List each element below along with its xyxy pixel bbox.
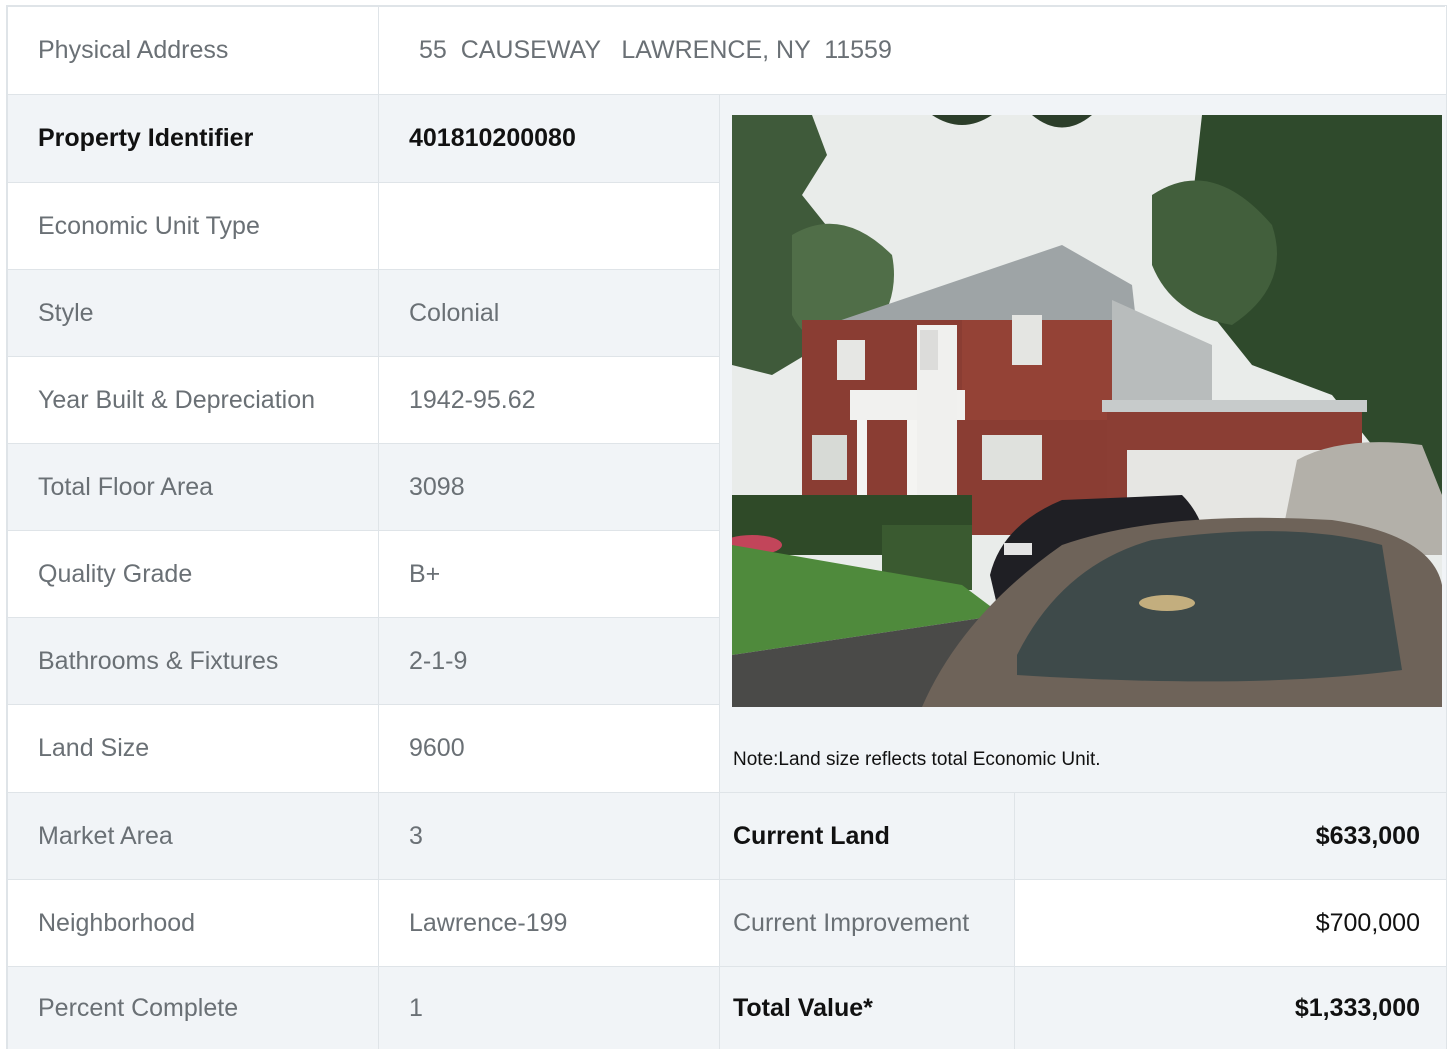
detail-label-year-built: Year Built & Depreciation [7, 356, 378, 443]
detail-label-style: Style [7, 269, 378, 356]
detail-label-neighborhood: Neighborhood [7, 879, 378, 966]
detail-label-bathrooms-fixtures: Bathrooms & Fixtures [7, 617, 378, 704]
detail-label-property-identifier: Property Identifier [7, 94, 378, 182]
address-label: Physical Address [7, 6, 378, 94]
detail-label-quality-grade: Quality Grade [7, 530, 378, 617]
detail-value-property-identifier: 401810200080 [378, 94, 719, 182]
detail-value-neighborhood: Lawrence-199 [378, 879, 719, 966]
valuation-value-current-improvement: $700,000 [1014, 879, 1446, 966]
valuation-label-current-improvement: Current Improvement [719, 879, 1014, 966]
detail-value-year-built: 1942-95.62 [378, 356, 719, 443]
property-photo[interactable] [732, 115, 1442, 707]
detail-value-market-area: 3 [378, 792, 719, 879]
land-size-note: Note:Land size reflects total Economic U… [733, 749, 1101, 770]
valuation-value-current-land: $633,000 [1014, 792, 1446, 879]
valuation-value-total-value: $1,333,000 [1014, 966, 1446, 1049]
detail-label-percent-complete: Percent Complete [7, 966, 378, 1049]
detail-value-quality-grade: B+ [378, 530, 719, 617]
address-value: 55 CAUSEWAY LAWRENCE, NY 11559 [378, 6, 1445, 94]
detail-value-economic-unit-type [378, 182, 719, 269]
detail-value-bathrooms-fixtures: 2-1-9 [378, 617, 719, 704]
valuation-label-total-value: Total Value* [719, 966, 1014, 1049]
property-record-page: Physical Address 55 CAUSEWAY LAWRENCE, N… [0, 0, 1447, 1049]
detail-label-market-area: Market Area [7, 792, 378, 879]
detail-value-percent-complete: 1 [378, 966, 719, 1049]
detail-value-land-size: 9600 [378, 704, 719, 792]
property-photo-panel: Note:Land size reflects total Economic U… [719, 94, 1446, 792]
detail-value-style: Colonial [378, 269, 719, 356]
detail-label-land-size: Land Size [7, 704, 378, 792]
detail-label-economic-unit-type: Economic Unit Type [7, 182, 378, 269]
house-photo-illustration [732, 115, 1442, 707]
detail-label-total-floor-area: Total Floor Area [7, 443, 378, 530]
valuation-label-current-land: Current Land [719, 792, 1014, 879]
detail-value-total-floor-area: 3098 [378, 443, 719, 530]
